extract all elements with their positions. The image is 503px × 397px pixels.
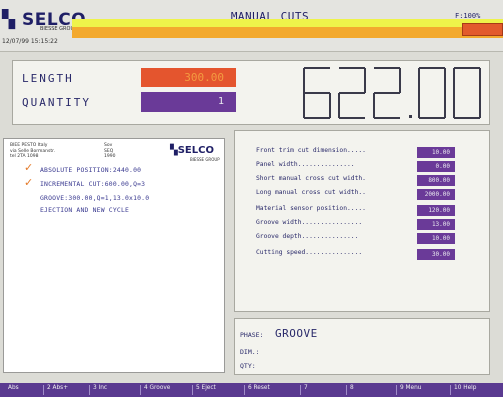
fkey-3-inc[interactable]: 3 Inc xyxy=(93,385,107,395)
program-line[interactable]: ABSOLUTE POSITION:2440.00 xyxy=(40,166,141,174)
fkey-8[interactable]: 8 xyxy=(350,385,354,395)
fkey-9-menu[interactable]: 9 Menu xyxy=(400,385,421,395)
fkey-separator xyxy=(450,385,451,395)
fkey-separator xyxy=(346,385,347,395)
readout-digit xyxy=(453,67,481,119)
param-value[interactable]: 120.00 xyxy=(417,205,455,216)
param-row: Groove depth............... 10.00 xyxy=(256,233,486,244)
param-label: Front trim cut dimension..... xyxy=(256,147,366,154)
param-label: Short manual cross cut width. xyxy=(256,175,366,182)
phase-value: GROOVE xyxy=(275,327,318,340)
param-label: Cutting speed............... xyxy=(256,249,363,256)
readout-digit xyxy=(303,67,331,119)
param-row: Short manual cross cut width. 800.00 xyxy=(256,175,486,186)
fkey-4-groove[interactable]: 4 Groove xyxy=(144,385,170,395)
param-value[interactable]: 10.00 xyxy=(417,233,455,244)
phase-label: PHASE: xyxy=(240,331,264,339)
param-label: Panel width............... xyxy=(256,161,355,168)
check-icon: ✓ xyxy=(24,161,34,174)
fkey-2-abs-plus[interactable]: 2 Abs+ xyxy=(47,385,68,395)
readout-digit xyxy=(418,67,446,119)
param-row: Cutting speed............... 30.00 xyxy=(256,249,486,260)
program-line[interactable]: GROOVE:300.00,Q=1,13.0x10.0 xyxy=(40,194,149,202)
status-bar-yellow xyxy=(72,19,503,27)
status-bar-orange xyxy=(72,27,503,38)
program-line[interactable]: EJECTION AND NEW CYCLE xyxy=(40,206,129,214)
listing-logo: ▚SELCO xyxy=(170,145,214,156)
param-value[interactable]: 13.00 xyxy=(417,219,455,230)
readout-digit xyxy=(338,67,366,119)
listing-logo-subtitle: BIESSE GROUP xyxy=(190,157,220,162)
fkey-separator xyxy=(43,385,44,395)
fkey-separator xyxy=(89,385,90,395)
param-row: Panel width............... 0.00 xyxy=(256,161,486,172)
length-label: LENGTH xyxy=(22,72,74,85)
fkey-separator xyxy=(192,385,193,395)
program-line[interactable]: INCREMENTAL CUT:600.00,Q=3 xyxy=(40,180,145,188)
quantity-label: QUANTITY xyxy=(22,96,91,109)
param-value[interactable]: 800.00 xyxy=(417,175,455,186)
listing-header-left: BIEE PESTO Italy via Selle Bormanstr. te… xyxy=(10,143,56,159)
length-input[interactable]: 300.00 xyxy=(141,68,236,87)
fkey-separator xyxy=(396,385,397,395)
qty-label: QTY: xyxy=(240,362,256,370)
fkey-separator xyxy=(140,385,141,395)
fkey-separator xyxy=(300,385,301,395)
position-readout xyxy=(303,67,481,119)
listing-header-mid: Sov SEQ 1990 xyxy=(104,143,116,159)
alarm-indicator xyxy=(462,23,503,36)
param-label: Material sensor position..... xyxy=(256,205,366,212)
param-value[interactable]: 2000.00 xyxy=(417,189,455,200)
param-label: Groove depth............... xyxy=(256,233,359,240)
fkey-1-abs[interactable]: Abs xyxy=(8,385,19,395)
param-row: Material sensor position..... 120.00 xyxy=(256,205,486,216)
param-row: Long manual cross cut width.. 2000.00 xyxy=(256,189,486,200)
fkey-10-help[interactable]: 10 Help xyxy=(454,385,476,395)
param-label: Groove width................ xyxy=(256,219,363,226)
speed-indicator: F:100% xyxy=(455,12,481,20)
dim-label: DIM.: xyxy=(240,348,260,356)
param-row: Front trim cut dimension..... 10.00 xyxy=(256,147,486,158)
decimal-point xyxy=(409,115,412,118)
quantity-input[interactable]: 1 xyxy=(141,92,236,112)
param-value[interactable]: 0.00 xyxy=(417,161,455,172)
param-label: Long manual cross cut width.. xyxy=(256,189,366,196)
param-row: Groove width................ 13.00 xyxy=(256,219,486,230)
fkey-7[interactable]: 7 xyxy=(304,385,308,395)
readout-digit xyxy=(373,67,401,119)
check-icon: ✓ xyxy=(24,176,34,189)
phase-panel xyxy=(234,318,490,375)
date-time: 12/07/99 15:15:22 xyxy=(2,38,58,45)
fkey-5-eject[interactable]: 5 Eject xyxy=(196,385,216,395)
param-value[interactable]: 30.00 xyxy=(417,249,455,260)
param-value[interactable]: 10.00 xyxy=(417,147,455,158)
fkey-6-reset[interactable]: 6 Reset xyxy=(248,385,270,395)
fkey-separator xyxy=(244,385,245,395)
